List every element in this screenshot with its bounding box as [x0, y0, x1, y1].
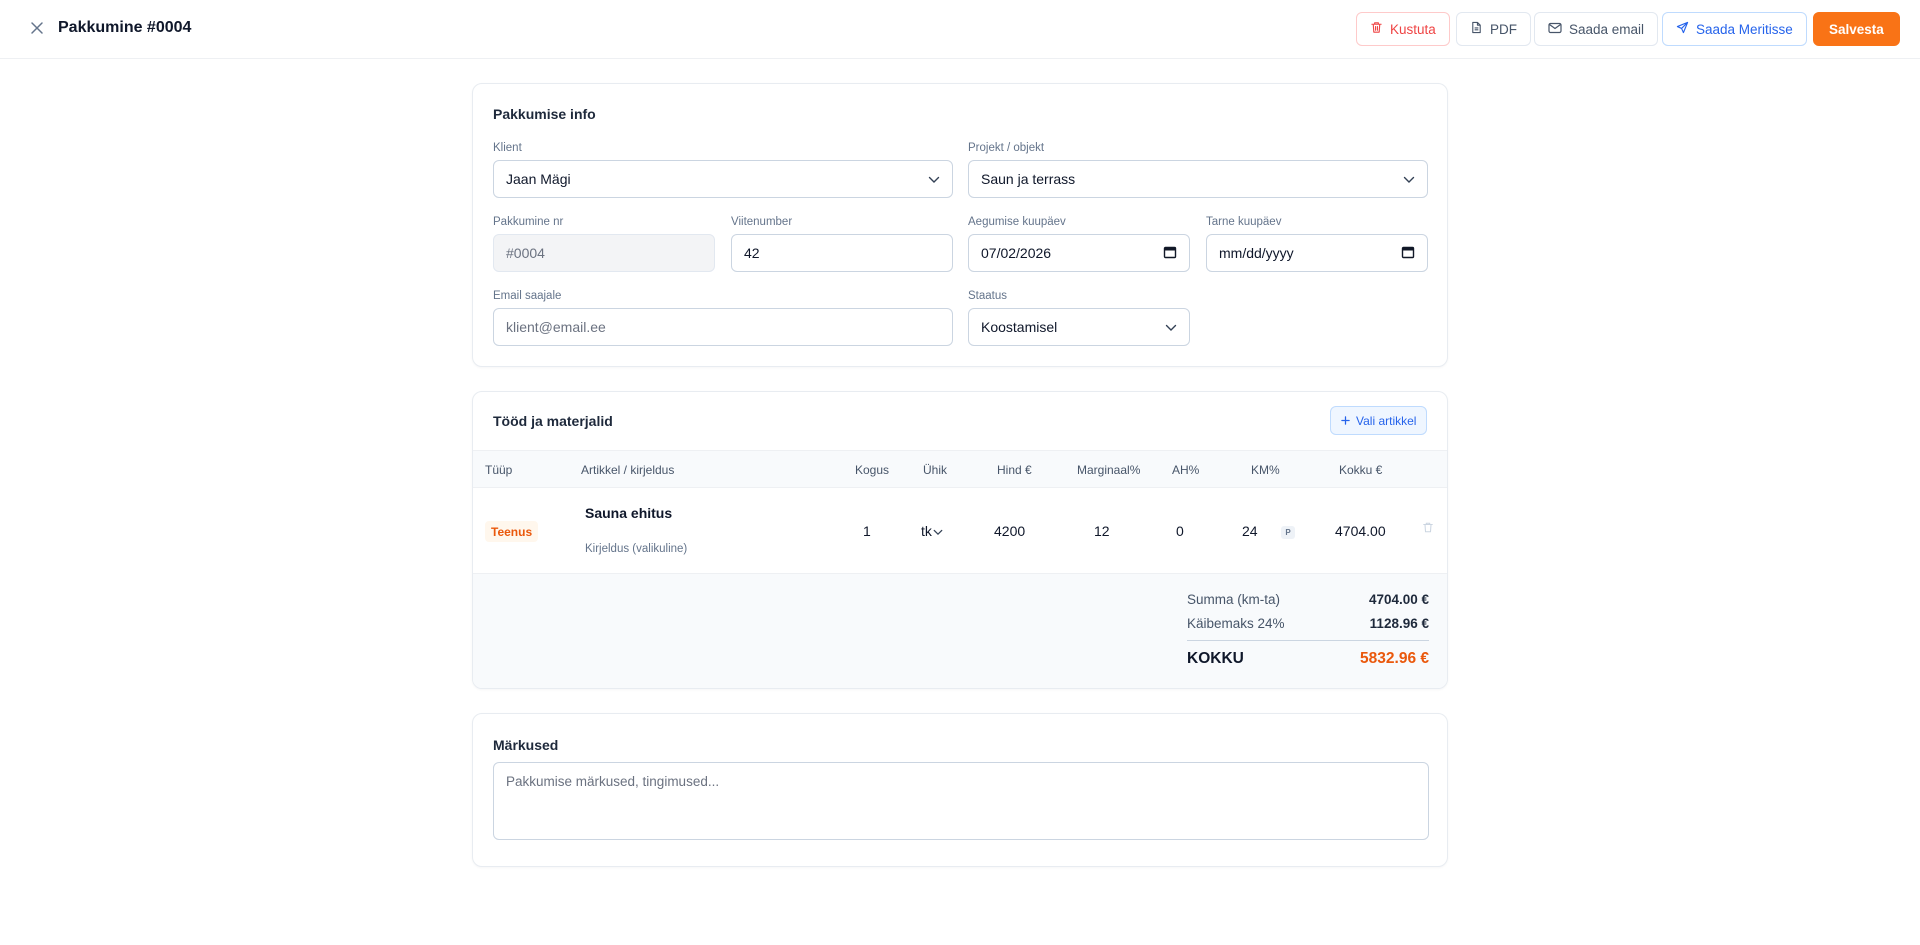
send-email-button[interactable]: Saada email: [1534, 12, 1659, 46]
delivery-date-input[interactable]: mm/dd/yyyy: [1206, 234, 1428, 272]
vat-total-label: Käibemaks 24%: [1187, 616, 1285, 631]
works-card: Tööd ja materjalid Vali artikkel Tüüp Ar…: [472, 391, 1448, 689]
offer-info-card: Pakkumise info Klient Jaan Mägi Projekt …: [472, 83, 1448, 367]
file-icon: [1470, 21, 1483, 37]
status-select[interactable]: Koostamisel: [968, 308, 1190, 346]
top-bar: Pakkumine #0004 Kustuta PDF Saada email …: [0, 0, 1920, 59]
col-unit: Ühik: [923, 463, 948, 477]
notes-card: Märkused Pakkumise märkused, tingimused.…: [472, 713, 1448, 867]
subtotal-label: Summa (km-ta): [1187, 592, 1281, 607]
notes-title: Märkused: [493, 737, 559, 753]
vat-total-value: 1128.96 €: [1369, 616, 1429, 631]
col-ah: AH%: [1172, 463, 1200, 477]
grand-total-label: KOKKU: [1187, 650, 1244, 667]
delete-button[interactable]: Kustuta: [1356, 12, 1450, 46]
offer-info-title: Pakkumise info: [493, 106, 596, 122]
unit-select[interactable]: tk: [921, 523, 943, 539]
close-icon[interactable]: [28, 19, 46, 37]
chevron-down-icon: [1403, 171, 1415, 187]
client-value: Jaan Mägi: [506, 171, 571, 187]
col-price: Hind €: [997, 463, 1032, 477]
pdf-label: PDF: [1490, 21, 1517, 37]
delivery-date-value: mm/dd/yyyy: [1219, 245, 1294, 261]
ah-input[interactable]: 0: [1176, 523, 1184, 539]
send-meritisse-label: Saada Meritisse: [1696, 21, 1793, 37]
works-title: Tööd ja materjalid: [493, 413, 613, 429]
expiry-date-value: 07/02/2026: [981, 245, 1052, 261]
col-article: Artikkel / kirjeldus: [581, 463, 675, 477]
add-article-button[interactable]: Vali artikkel: [1330, 406, 1428, 435]
calendar-icon[interactable]: [1163, 245, 1177, 262]
trash-icon[interactable]: [1422, 521, 1434, 537]
vat-input[interactable]: 24: [1242, 523, 1258, 539]
calendar-icon[interactable]: [1401, 245, 1415, 262]
client-label: Klient: [493, 142, 522, 154]
expiry-date-input[interactable]: 07/02/2026: [968, 234, 1190, 272]
offer-number-value: #0004: [506, 245, 545, 261]
client-select[interactable]: Jaan Mägi: [493, 160, 953, 198]
mail-icon: [1548, 22, 1562, 37]
subtotal-value: 4704.00 €: [1368, 592, 1429, 607]
notes-textarea[interactable]: Pakkumise märkused, tingimused...: [493, 762, 1429, 840]
save-button[interactable]: Salvesta: [1813, 12, 1900, 46]
chevron-down-icon: [928, 171, 940, 187]
send-email-label: Saada email: [1569, 21, 1645, 37]
send-meritisse-button[interactable]: Saada Meritisse: [1662, 12, 1807, 46]
col-vat: KM%: [1251, 463, 1280, 477]
qty-input[interactable]: 1: [863, 523, 871, 539]
margin-input[interactable]: 12: [1094, 523, 1110, 539]
description-input[interactable]: Kirjeldus (valikuline): [585, 543, 687, 555]
pdf-button[interactable]: PDF: [1456, 12, 1531, 46]
col-qty: Kogus: [855, 463, 890, 477]
page-title: Pakkumine #0004: [58, 19, 192, 36]
trash-icon: [1370, 21, 1383, 37]
add-article-label: Vali artikkel: [1356, 413, 1417, 428]
totals-section: Summa (km-ta) 4704.00 € Käibemaks 24% 11…: [473, 574, 1447, 688]
chevron-down-icon: [933, 523, 943, 539]
reference-label: Viitenumber: [731, 216, 793, 228]
project-select[interactable]: Saun ja terrass: [968, 160, 1428, 198]
table-row: Teenus Sauna ehitus Kirjeldus (valikulin…: [473, 488, 1447, 574]
email-label: Email saajale: [493, 290, 562, 302]
chevron-down-icon: [1165, 319, 1177, 335]
totals-divider: [1187, 640, 1429, 641]
table-header: Tüüp Artikkel / kirjeldus Kogus Ühik Hin…: [473, 450, 1447, 488]
unit-value: tk: [921, 523, 932, 539]
row-total: 4704.00: [1335, 523, 1386, 539]
offer-number-label: Pakkumine nr: [493, 216, 564, 228]
col-total: Kokku €: [1339, 463, 1383, 477]
status-value: Koostamisel: [981, 319, 1058, 335]
status-label: Staatus: [968, 290, 1007, 302]
email-field[interactable]: klient@email.ee: [493, 308, 953, 346]
col-type: Tüüp: [485, 463, 513, 477]
delete-label: Kustuta: [1390, 21, 1436, 37]
offer-number-field: #0004: [493, 234, 715, 272]
article-name-input[interactable]: Sauna ehitus: [585, 505, 672, 521]
plus-icon: [1341, 414, 1350, 428]
delivery-date-label: Tarne kuupäev: [1206, 216, 1282, 228]
type-badge: Teenus: [485, 521, 539, 542]
col-margin: Marginaal%: [1077, 463, 1141, 477]
grand-total-value: 5832.96 €: [1360, 650, 1429, 667]
reference-value: 42: [744, 245, 760, 261]
project-label: Projekt / objekt: [968, 142, 1045, 154]
send-icon: [1676, 21, 1689, 37]
vat-p-badge[interactable]: P: [1281, 526, 1295, 539]
reference-input[interactable]: 42: [731, 234, 953, 272]
price-input[interactable]: 4200: [994, 523, 1025, 539]
email-placeholder: klient@email.ee: [506, 319, 606, 335]
expiry-date-label: Aegumise kuupäev: [968, 216, 1066, 228]
project-value: Saun ja terrass: [981, 171, 1076, 187]
